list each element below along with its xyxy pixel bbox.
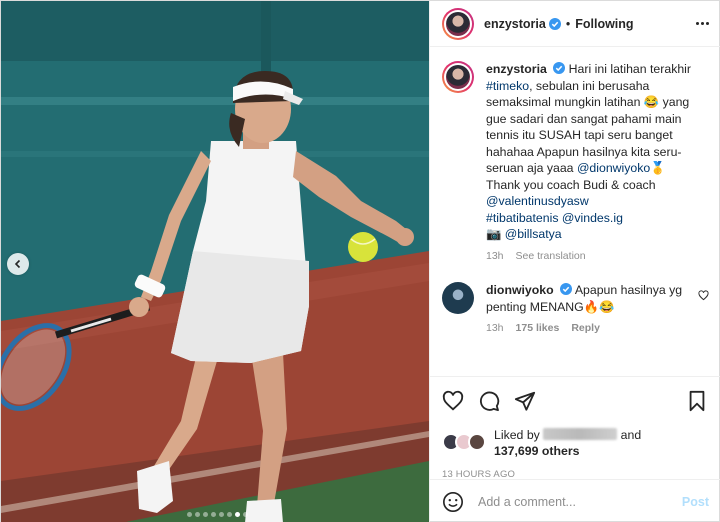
carousel-dot bbox=[219, 512, 224, 517]
carousel-dot bbox=[187, 512, 192, 517]
hashtag-timeko[interactable]: #timeko bbox=[486, 79, 529, 93]
post-photo[interactable] bbox=[1, 1, 429, 522]
mention-vindes[interactable]: @vindes.ig bbox=[562, 211, 623, 225]
liker-avatars[interactable] bbox=[442, 433, 488, 453]
add-comment-bar: Post bbox=[430, 479, 720, 522]
likes-count[interactable]: 137,699 others bbox=[494, 444, 579, 458]
share-icon bbox=[514, 391, 536, 411]
comment-item: dionwiyoko Apapun hasilnya yg penting ME… bbox=[442, 282, 709, 337]
carousel-dot bbox=[235, 512, 240, 517]
comment-like-button[interactable] bbox=[698, 290, 709, 337]
hashtag-tibatibatenis[interactable]: #tibatibatenis bbox=[486, 211, 558, 225]
verified-icon bbox=[560, 283, 573, 295]
chevron-left-icon bbox=[14, 259, 21, 269]
comment-icon bbox=[480, 391, 500, 412]
caption-thanks: Thank you coach Budi & coach bbox=[486, 177, 656, 192]
action-icons bbox=[442, 385, 709, 417]
bookmark-icon bbox=[689, 390, 705, 412]
caption-time[interactable]: 13h bbox=[486, 248, 504, 265]
heart-icon bbox=[698, 290, 709, 301]
post-window: enzystoria • Following enzystoria Hari i… bbox=[0, 0, 720, 522]
header-separator: • bbox=[565, 16, 571, 31]
caption-text-1: Hari ini latihan terakhir bbox=[568, 62, 692, 76]
post-side-panel: enzystoria • Following enzystoria Hari i… bbox=[429, 1, 720, 522]
share-button[interactable] bbox=[514, 390, 536, 412]
likes-and: and bbox=[620, 428, 642, 442]
comments-section: enzystoria Hari ini latihan terakhir #ti… bbox=[430, 47, 720, 361]
commenter-avatar[interactable] bbox=[442, 282, 474, 314]
reply-button[interactable]: Reply bbox=[571, 320, 600, 337]
like-button[interactable] bbox=[442, 390, 464, 412]
caption: enzystoria Hari ini latihan terakhir #ti… bbox=[442, 61, 709, 264]
verified-icon bbox=[548, 17, 561, 30]
verified-icon bbox=[553, 62, 566, 74]
post-comment-button[interactable]: Post bbox=[682, 495, 709, 509]
comment-likes[interactable]: 175 likes bbox=[516, 320, 560, 337]
see-translation-button[interactable]: See translation bbox=[516, 248, 586, 265]
comment-input[interactable] bbox=[478, 494, 682, 509]
heart-icon bbox=[442, 390, 464, 411]
post-header: enzystoria • Following bbox=[430, 1, 720, 47]
author-username[interactable]: enzystoria bbox=[484, 17, 546, 31]
carousel-dot bbox=[211, 512, 216, 517]
save-button[interactable] bbox=[687, 390, 707, 412]
carousel-dot bbox=[227, 512, 232, 517]
caption-meta: 13h See translation bbox=[486, 248, 709, 265]
emoji-button[interactable] bbox=[442, 491, 464, 513]
comment-button[interactable] bbox=[478, 390, 500, 412]
carousel-dot bbox=[243, 512, 248, 517]
mention-dionwiyoko[interactable]: @dionwiyoko bbox=[577, 161, 650, 175]
mention-billsatya[interactable]: @billsatya bbox=[505, 227, 562, 241]
more-icon[interactable] bbox=[696, 22, 709, 25]
mention-valentinusdyasw[interactable]: @valentinusdyasw bbox=[486, 194, 589, 208]
caption-avatar[interactable] bbox=[442, 61, 474, 93]
liked-by-label: Liked by bbox=[494, 428, 540, 442]
commenter-username[interactable]: dionwiyoko bbox=[486, 283, 554, 297]
comment-meta: 13h 175 likes Reply bbox=[486, 320, 692, 337]
author-avatar[interactable] bbox=[442, 7, 474, 40]
carousel-prev-button[interactable] bbox=[7, 253, 29, 275]
camera-icon: 📷 bbox=[486, 227, 502, 241]
following-button[interactable]: Following bbox=[575, 17, 633, 31]
likes-summary: Liked by and 137,699 others bbox=[442, 427, 709, 459]
carousel-dot bbox=[195, 512, 200, 517]
post-actions: Liked by and 137,699 others 13 HOURS AGO bbox=[430, 376, 720, 480]
carousel-dot bbox=[203, 512, 208, 517]
comment-time[interactable]: 13h bbox=[486, 320, 504, 337]
caption-username[interactable]: enzystoria bbox=[486, 62, 547, 76]
tennis-photo bbox=[1, 1, 429, 522]
liker-username-redacted[interactable] bbox=[543, 428, 618, 440]
emoji-icon bbox=[443, 491, 463, 512]
medal-emoji: 🥇 bbox=[650, 161, 666, 175]
carousel-indicator bbox=[187, 512, 248, 517]
